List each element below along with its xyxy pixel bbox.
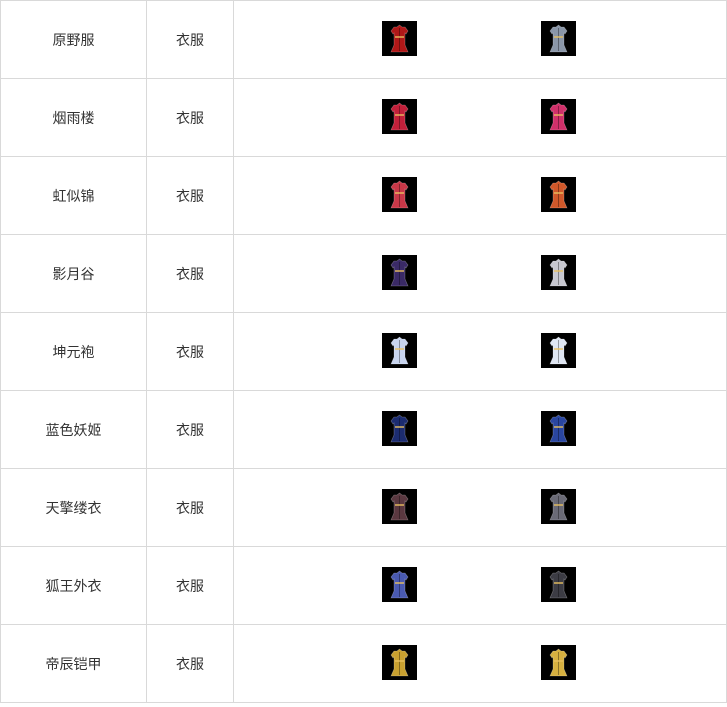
item-name: 烟雨楼 [52,110,95,127]
female-robe-pink-icon [541,99,576,134]
item-type-cell: 衣服 [147,313,234,390]
item-type-cell: 衣服 [147,391,234,468]
item-type: 衣服 [176,32,204,49]
item-name: 帝辰铠甲 [45,656,102,673]
item-type: 衣服 [176,188,204,205]
item-name: 天擎缕衣 [45,500,102,517]
item-images-cell [234,1,725,78]
male-robe-wings-icon [382,567,417,602]
male-armor-gold-icon [382,645,417,680]
item-type-cell: 衣服 [147,1,234,78]
item-images-cell [234,547,725,624]
item-type: 衣服 [176,266,204,283]
table-row: 虹似锦 衣服 [1,157,726,235]
item-name-cell: 狐王外衣 [1,547,147,624]
item-name: 蓝色妖姬 [45,422,102,439]
table-row: 坤元袍 衣服 [1,313,726,391]
item-type: 衣服 [176,578,204,595]
item-type: 衣服 [176,656,204,673]
female-robe-blue-icon [541,411,576,446]
table-row: 帝辰铠甲 衣服 [1,625,726,703]
female-robe-orange-icon [541,177,576,212]
item-name-cell: 影月谷 [1,235,147,312]
item-name-cell: 原野服 [1,1,147,78]
item-images-cell [234,157,725,234]
female-robe-shadow-icon [541,567,576,602]
table-row: 狐王外衣 衣服 [1,547,726,625]
item-images-cell [234,625,725,702]
item-type-cell: 衣服 [147,157,234,234]
item-type-cell: 衣服 [147,469,234,546]
item-images-cell [234,235,725,312]
item-name: 影月谷 [52,266,95,283]
item-name-cell: 烟雨楼 [1,79,147,156]
item-name-cell: 帝辰铠甲 [1,625,147,702]
male-robe-dark-icon [382,489,417,524]
item-name: 原野服 [52,32,95,49]
item-type: 衣服 [176,110,204,127]
female-armor-gold-icon [541,645,576,680]
item-name-cell: 天擎缕衣 [1,469,147,546]
item-images-cell [234,469,725,546]
table-row: 影月谷 衣服 [1,235,726,313]
item-name-cell: 虹似锦 [1,157,147,234]
table-row: 蓝色妖姬 衣服 [1,391,726,469]
male-robe-rose-icon [382,177,417,212]
item-images-cell [234,391,725,468]
item-type: 衣服 [176,500,204,517]
item-type-cell: 衣服 [147,79,234,156]
item-images-cell [234,79,725,156]
female-robe-silver-icon [541,255,576,290]
male-robe-crimson-icon [382,99,417,134]
table-row: 原野服 衣服 [1,1,726,79]
item-name: 坤元袍 [52,344,95,361]
female-robe-grey-icon [541,21,576,56]
item-type-cell: 衣服 [147,235,234,312]
male-robe-red-icon [382,21,417,56]
male-robe-white-icon [382,333,417,368]
item-images-cell [234,313,725,390]
item-type-cell: 衣服 [147,547,234,624]
item-name: 狐王外衣 [45,578,102,595]
item-type: 衣服 [176,344,204,361]
female-robe-dark-icon [541,489,576,524]
male-robe-navy-icon [382,411,417,446]
item-name: 虹似锦 [52,188,95,205]
female-robe-white-icon [541,333,576,368]
male-robe-purple-icon [382,255,417,290]
item-name-cell: 蓝色妖姬 [1,391,147,468]
item-name-cell: 坤元袍 [1,313,147,390]
equipment-table: 原野服 衣服 烟雨楼 衣服 虹似锦 衣服 影月谷 衣服 坤元袍 衣服 蓝色妖姬 衣服 天擎缕衣 衣服 狐王外… [0,0,727,703]
table-row: 天擎缕衣 衣服 [1,469,726,547]
table-row: 烟雨楼 衣服 [1,79,726,157]
item-type-cell: 衣服 [147,625,234,702]
item-type: 衣服 [176,422,204,439]
